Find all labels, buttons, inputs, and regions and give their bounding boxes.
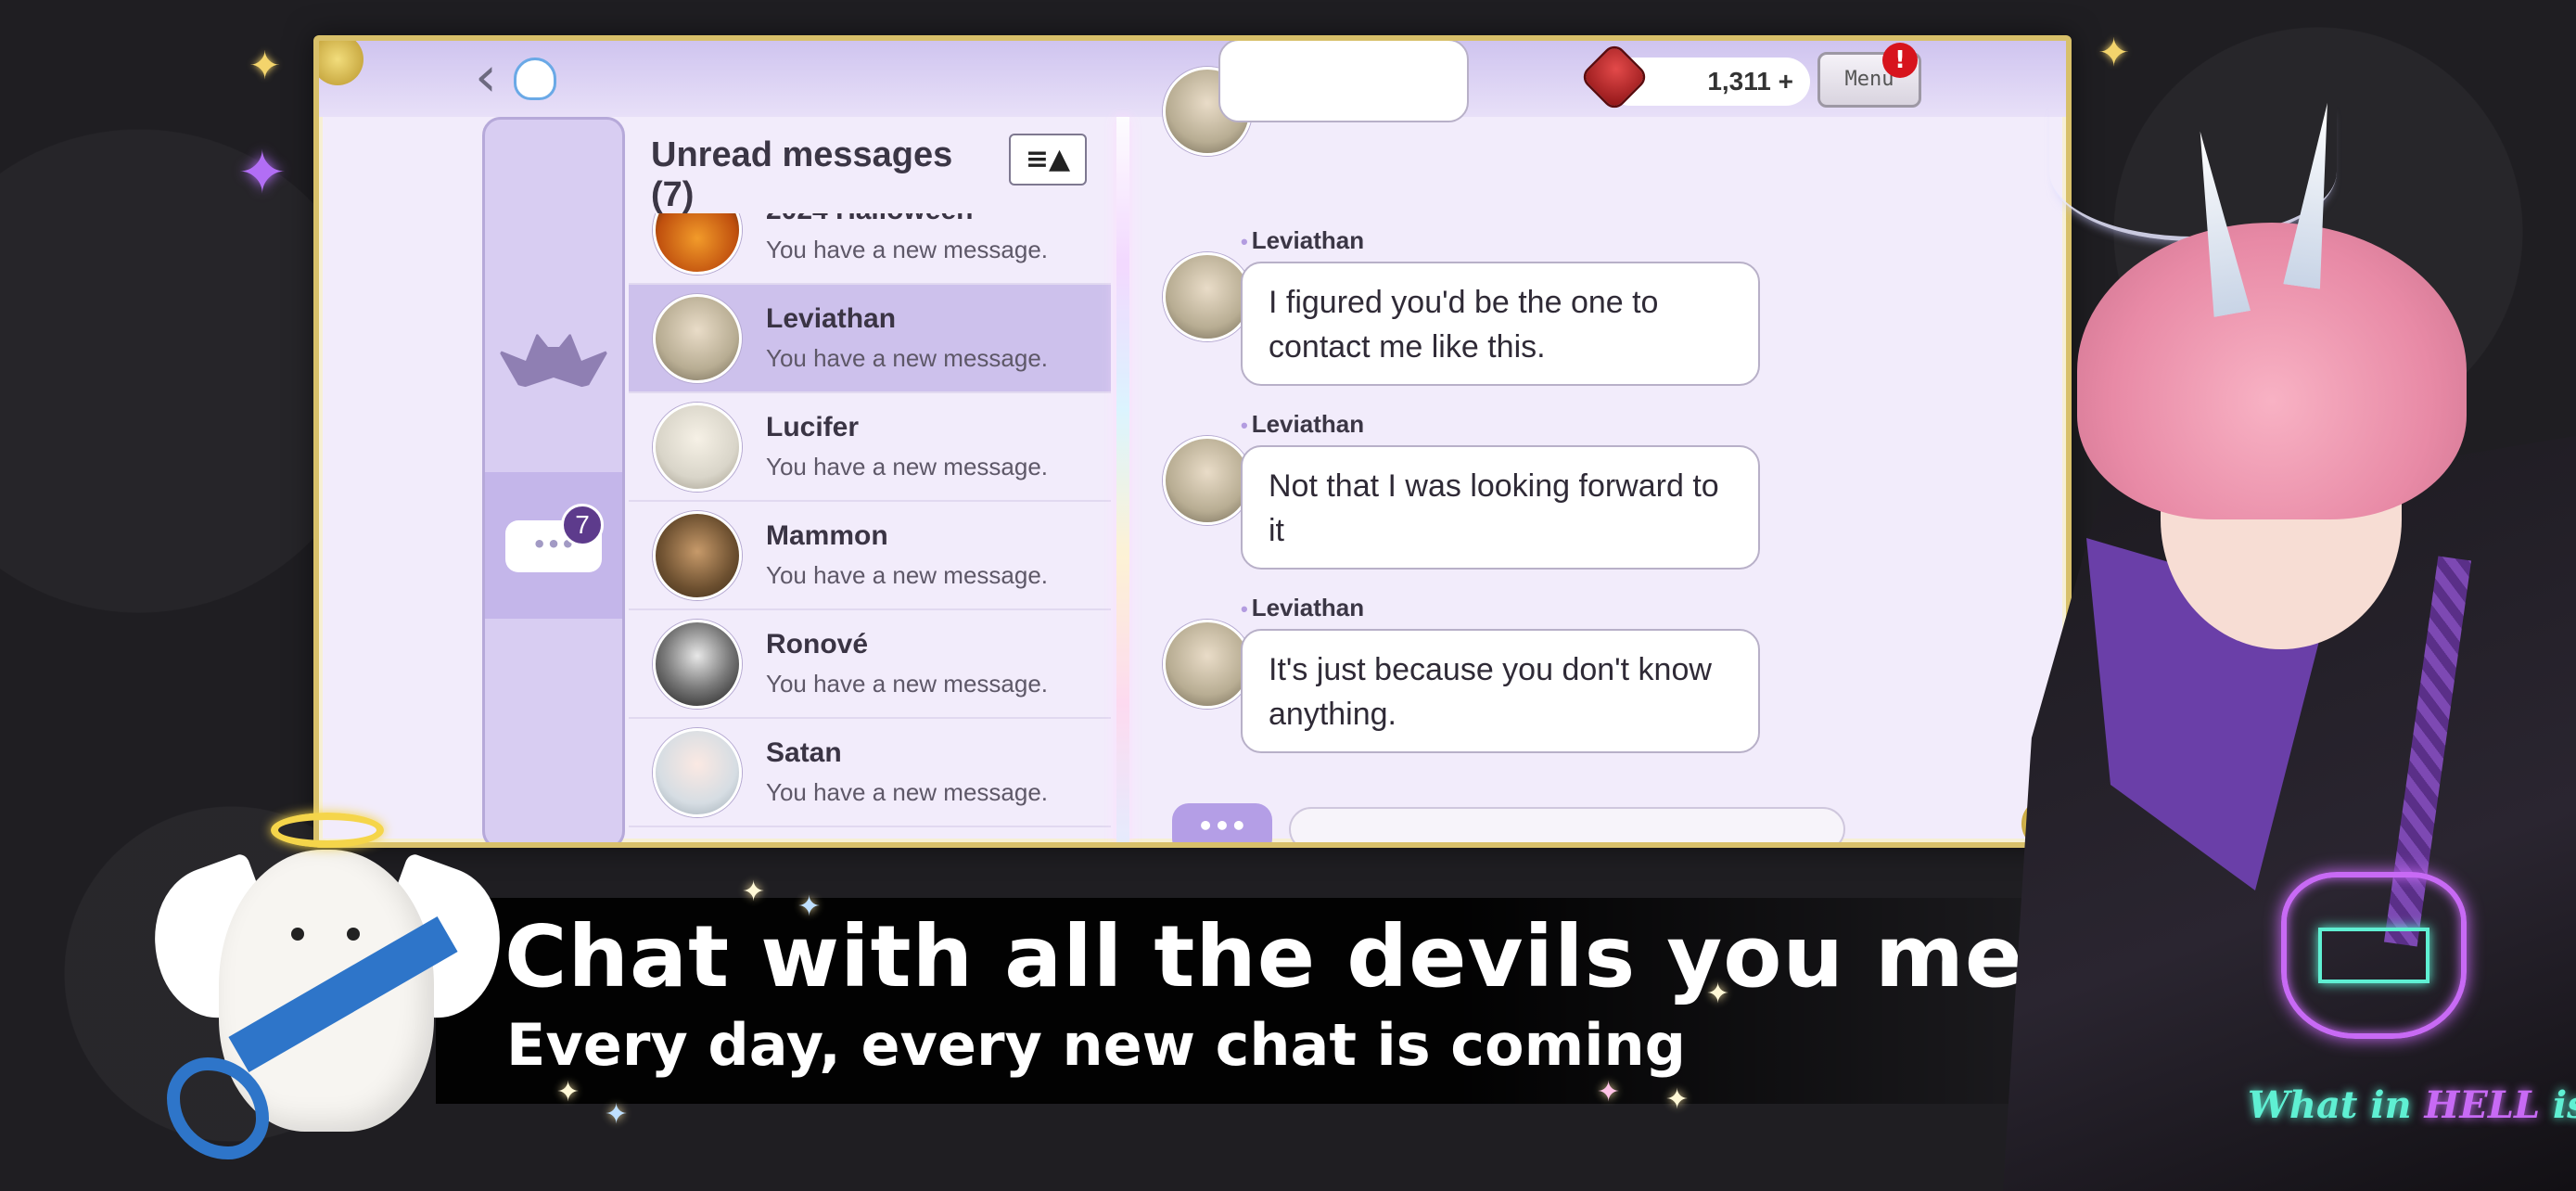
chat-bubble: Not that I was looking forward to it — [1241, 445, 1760, 570]
sparkle-decor: ✦ — [605, 1098, 629, 1131]
chat-bubble: I figured you'd be the one to contact me… — [1241, 262, 1760, 386]
avatar — [653, 728, 742, 817]
side-tab-column: ••• 7 — [482, 117, 625, 842]
promo-subline: Every day, every new chat is coming — [506, 1011, 1686, 1079]
list-item[interactable]: Mammon You have a new message. — [629, 502, 1111, 610]
currency-plus: + — [1778, 67, 1793, 96]
character-hair — [2077, 223, 2467, 519]
sparkle-decor: ✦ — [1597, 1076, 1621, 1108]
tab-chat[interactable]: ••• 7 — [485, 472, 622, 619]
logo-text-part1: What in — [2248, 1083, 2425, 1127]
list-item-preview: You have a new message. — [766, 778, 1049, 806]
avatar — [1163, 252, 1252, 341]
list-item-name: 2024 Halloween — [766, 213, 973, 226]
chat-sender: Leviathan — [1241, 410, 1364, 439]
logo-text-part2: is bad? — [2552, 1083, 2576, 1127]
avatar — [653, 403, 742, 492]
avatar — [1163, 436, 1252, 525]
purple-star-decor: ✦ — [237, 139, 287, 208]
avatar — [653, 511, 742, 600]
unread-count-badge: 7 — [561, 504, 604, 546]
list-item-name: Ronové — [766, 629, 869, 660]
neon-mask-mouth — [2318, 928, 2429, 983]
message-list[interactable]: 2024 Halloween You have a new message. L… — [629, 213, 1120, 842]
currency-amount: 1,311 — [1707, 67, 1771, 96]
list-item[interactable]: Ronové You have a new message. — [629, 610, 1111, 719]
avatar — [653, 294, 742, 383]
alert-badge: ! — [1882, 43, 1918, 78]
list-item-preview: You have a new message. — [766, 236, 1049, 263]
chat-panel: Leviathan I figured you'd be the one to … — [1131, 41, 2066, 842]
chat-input-field[interactable] — [1289, 807, 1845, 842]
list-item[interactable]: Leviathan You have a new message. — [629, 285, 1111, 393]
chat-bubble: It's just because you don't know anythin… — [1241, 629, 1760, 753]
mascot-eye — [347, 928, 360, 941]
list-header: Unread messages (7) — [651, 135, 953, 214]
sparkle-decor: ✦ — [742, 876, 766, 908]
list-item-preview: You have a new message. — [766, 453, 1049, 480]
sparkle-divider — [1116, 117, 1129, 842]
chat-sender: Leviathan — [1241, 594, 1364, 622]
list-item-name: Leviathan — [766, 303, 897, 334]
list-item-name: Mammon — [766, 520, 888, 551]
gold-sparkle-decor: ✦ — [2098, 30, 2131, 75]
list-item-preview: You have a new message. — [766, 344, 1049, 372]
chat-window: ‹ 1,311 + Menu ! ••• 7 Unread messages (… — [313, 35, 2072, 848]
list-item-name: Lucifer — [766, 412, 860, 442]
list-item[interactable]: Lucifer You have a new message. — [629, 393, 1111, 502]
list-item[interactable]: 2024 Halloween You have a new message. — [629, 213, 1111, 285]
chat-bubble-previous — [1218, 41, 1469, 122]
game-logo: What in HELL is bad? — [2248, 1083, 2576, 1127]
sparkle-decor: ✦ — [797, 890, 822, 923]
logo-text-hell: HELL — [2424, 1083, 2541, 1127]
list-item[interactable]: Satan You have a new message. — [629, 719, 1111, 827]
sort-button[interactable]: ≡▲ — [1009, 134, 1087, 186]
sparkle-decor: ✦ — [1665, 1083, 1690, 1116]
sparkle-decor: ✦ — [556, 1076, 580, 1108]
bat-icon — [498, 333, 609, 389]
avatar — [653, 620, 742, 709]
ghost-icon — [514, 58, 556, 100]
list-item-preview: You have a new message. — [766, 670, 1049, 698]
promo-headline: Chat with all the devils you met! — [504, 907, 2106, 1006]
back-button[interactable]: ‹ — [475, 49, 512, 105]
mascot-eye — [291, 928, 304, 941]
tab-bat[interactable] — [485, 287, 622, 416]
character-halo — [2049, 102, 2337, 241]
halo-icon — [271, 813, 384, 848]
avatar — [1163, 620, 1252, 709]
gold-sparkle-decor: ✦ — [249, 43, 282, 88]
list-item-name: Satan — [766, 737, 842, 768]
chat-input-icon[interactable]: ••• — [1172, 803, 1272, 842]
sparkle-decor: ✦ — [1706, 978, 1730, 1010]
chat-sender: Leviathan — [1241, 226, 1364, 255]
list-item-preview: You have a new message. — [766, 561, 1049, 589]
avatar — [653, 213, 742, 275]
